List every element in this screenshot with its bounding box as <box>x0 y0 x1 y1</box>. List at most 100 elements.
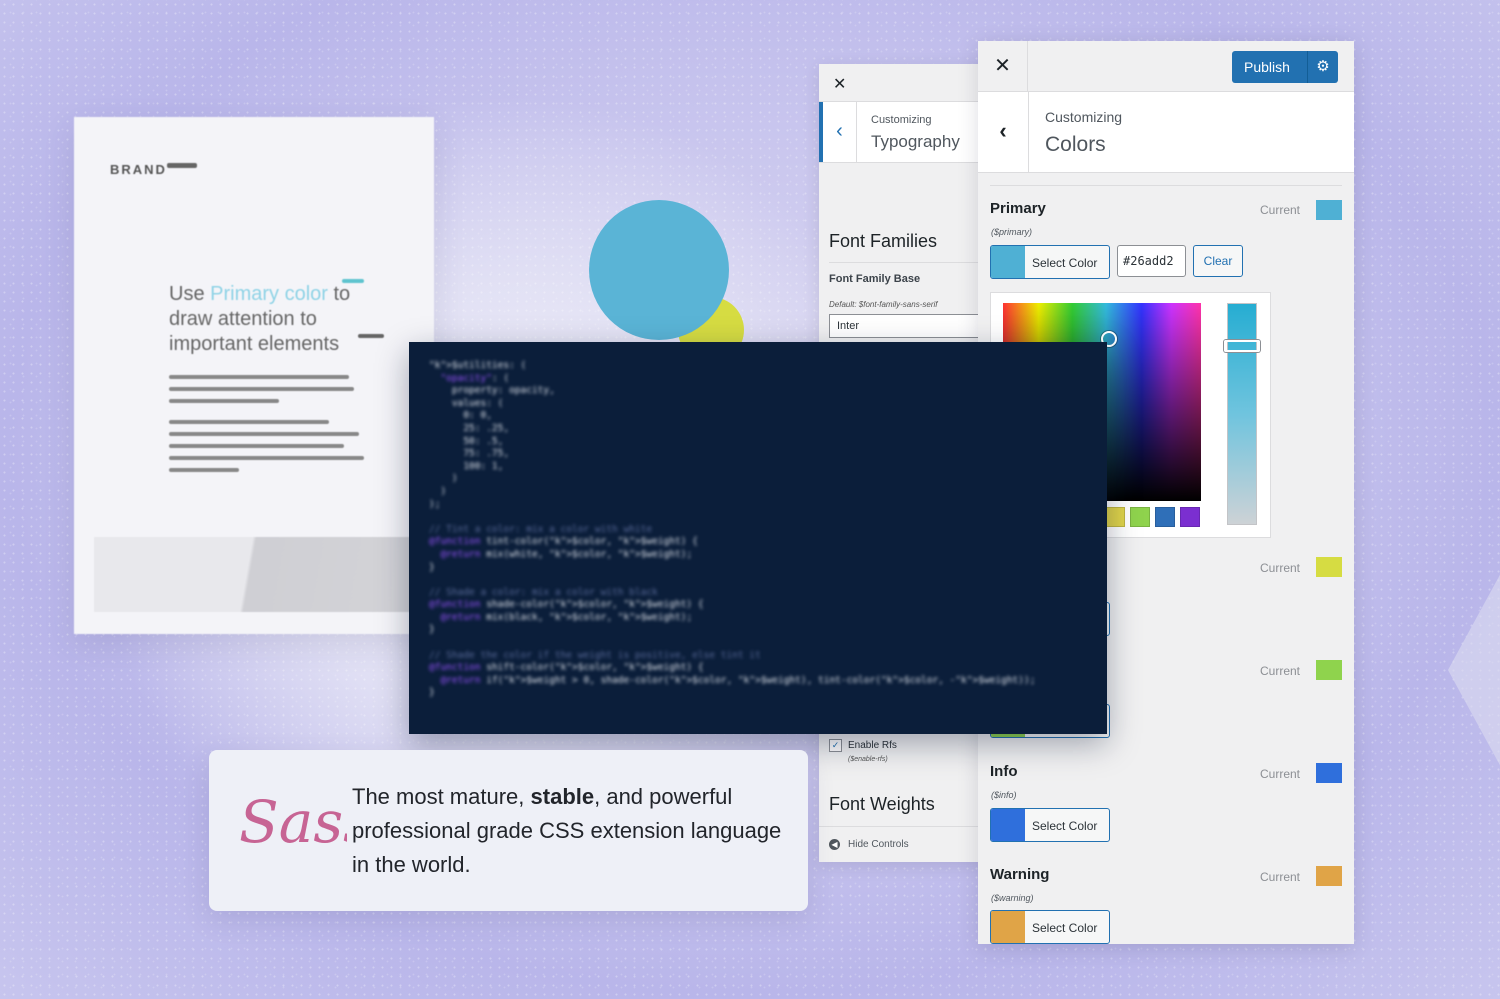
brand-image-block <box>94 537 434 612</box>
sass-text-pre: The most mature, <box>352 784 531 809</box>
font-family-base-label: Font Family Base <box>829 273 921 285</box>
customizing-label: Customizing <box>1045 109 1123 125</box>
code-line: ); <box>429 498 441 510</box>
primary-hex-input[interactable]: #26add2 <box>1117 245 1186 277</box>
font-family-input[interactable]: Inter <box>829 314 989 338</box>
select-color-label: Select Color <box>1032 921 1098 935</box>
code-line: 50: .5, <box>463 435 504 447</box>
sass-text-bold: stable <box>530 784 595 809</box>
primary-var: ($primary) <box>991 227 1033 237</box>
text-line <box>169 387 354 391</box>
text-line <box>169 468 239 472</box>
code-line: @function shade-color("k">$color, "k">$w… <box>429 599 704 611</box>
warning-select-color-button[interactable]: Select Color <box>990 910 1110 944</box>
back-button[interactable]: ‹ <box>978 92 1029 172</box>
hide-controls-label: Hide Controls <box>848 839 909 851</box>
sass-logo-text: Sass <box>239 788 347 856</box>
current-swatch <box>1316 557 1342 577</box>
code-line: values: ( <box>451 397 504 409</box>
publish-button[interactable]: Publish ⚙ <box>1232 51 1338 83</box>
select-color-label: Select Color <box>1032 819 1098 833</box>
warning-current-swatch <box>1316 866 1342 886</box>
color-lightness-slider[interactable] <box>1227 303 1257 525</box>
publish-label: Publish <box>1244 59 1290 75</box>
warning-label: Warning <box>990 866 1050 883</box>
enable-rfs-var: ($enable-rfs) <box>848 756 888 763</box>
enable-rfs-label: Enable Rfs <box>848 740 897 752</box>
sass-logo-icon: Sass <box>239 788 347 856</box>
palette-swatch[interactable] <box>1155 507 1175 527</box>
collapse-icon: ◀ <box>829 839 840 850</box>
divider <box>990 185 1342 186</box>
code-line: // Tint a color: mix a color with white <box>429 523 653 535</box>
code-line: "opacity": ( <box>440 372 510 384</box>
decorative-tick <box>358 334 384 338</box>
text-line <box>169 432 359 436</box>
code-line: @function shift-color("k">$color, "k">$w… <box>429 662 704 674</box>
scss-code-block: "k">$utilities: ( "opacity": ( property:… <box>429 360 1035 700</box>
chevron-left-icon: ‹ <box>999 118 1007 143</box>
primary-label: Primary <box>990 200 1046 217</box>
code-line: 100: 1, <box>463 460 504 472</box>
brand-logo-tag <box>167 163 197 168</box>
text-line <box>169 375 349 379</box>
palette-swatch[interactable] <box>1180 507 1200 527</box>
code-editor-card: "k">$utilities: ( "opacity": ( property:… <box>409 342 1107 734</box>
sass-description: The most mature, stable, and powerful pr… <box>352 780 792 882</box>
primary-swatch <box>991 246 1025 278</box>
code-line: ) <box>451 473 458 485</box>
chevron-left-icon: ‹ <box>836 120 843 142</box>
code-line: } <box>429 561 435 573</box>
panel-title: Typography <box>871 132 960 151</box>
info-select-color-button[interactable]: Select Color <box>990 808 1110 842</box>
code-line: } <box>429 687 435 699</box>
text-line <box>169 444 344 448</box>
brand-logo: BRAND <box>110 162 167 177</box>
slider-handle[interactable] <box>1224 340 1260 352</box>
close-icon[interactable]: ✕ <box>833 74 846 94</box>
close-icon[interactable]: ✕ <box>978 41 1028 91</box>
gear-icon[interactable]: ⚙ <box>1307 51 1338 83</box>
palette-swatch[interactable] <box>1105 507 1125 527</box>
code-line: // Shade a color: mix a color with black <box>429 586 658 598</box>
divider <box>829 262 989 263</box>
back-button[interactable]: ‹ <box>819 102 857 162</box>
code-line: // Shade the color if the weight is posi… <box>429 649 761 661</box>
warning-swatch <box>991 911 1025 943</box>
code-line: @return mix(black, "k">$color, "k">$weig… <box>440 611 693 623</box>
brand-page-preview: BRAND Use Primary color to draw attentio… <box>74 117 434 634</box>
font-families-heading: Font Families <box>829 231 938 251</box>
brand-headline: Use Primary color to draw attention to i… <box>169 282 399 357</box>
current-label: Current <box>1260 767 1301 781</box>
typography-topbar: ✕ <box>819 64 989 102</box>
clear-button[interactable]: Clear <box>1193 245 1243 277</box>
code-line: property: opacity, <box>451 385 555 397</box>
select-color-label: Select Color <box>1032 256 1098 270</box>
divider <box>819 826 989 827</box>
code-line: ) <box>440 485 447 497</box>
font-weights-heading: Font Weights <box>829 794 935 814</box>
current-label: Current <box>1260 870 1301 884</box>
hide-controls-button[interactable]: ◀ Hide Controls <box>829 839 909 850</box>
code-line: "k">$utilities: ( <box>429 360 527 371</box>
text-line <box>169 399 279 403</box>
headline-pre: Use <box>169 283 211 305</box>
primary-current-swatch <box>1316 200 1342 220</box>
font-default-note: Default: $font-family-sans-serif <box>829 300 938 309</box>
code-line: @function tint-color("k">$color, "k">$we… <box>429 536 698 548</box>
info-current-swatch <box>1316 763 1342 783</box>
palette-swatch[interactable] <box>1130 507 1150 527</box>
sass-info-card: Sass The most mature, stable, and powerf… <box>209 750 808 911</box>
decorative-chevron <box>1448 560 1500 780</box>
customizing-label: Customizing <box>871 114 932 126</box>
decorative-circle-blue <box>589 200 729 340</box>
code-line: @return if("k">$weight > 0, shade-color(… <box>440 674 1036 686</box>
info-label: Info <box>990 763 1018 780</box>
typography-header: ‹ Customizing Typography <box>819 102 989 163</box>
code-line: 0: 0, <box>463 410 492 422</box>
text-line <box>169 456 364 460</box>
current-label: Current <box>1260 561 1301 575</box>
warning-var: ($warning) <box>991 893 1034 903</box>
primary-select-color-button[interactable]: Select Color <box>990 245 1110 279</box>
enable-rfs-checkbox[interactable]: ✓ Enable Rfs <box>829 739 897 752</box>
